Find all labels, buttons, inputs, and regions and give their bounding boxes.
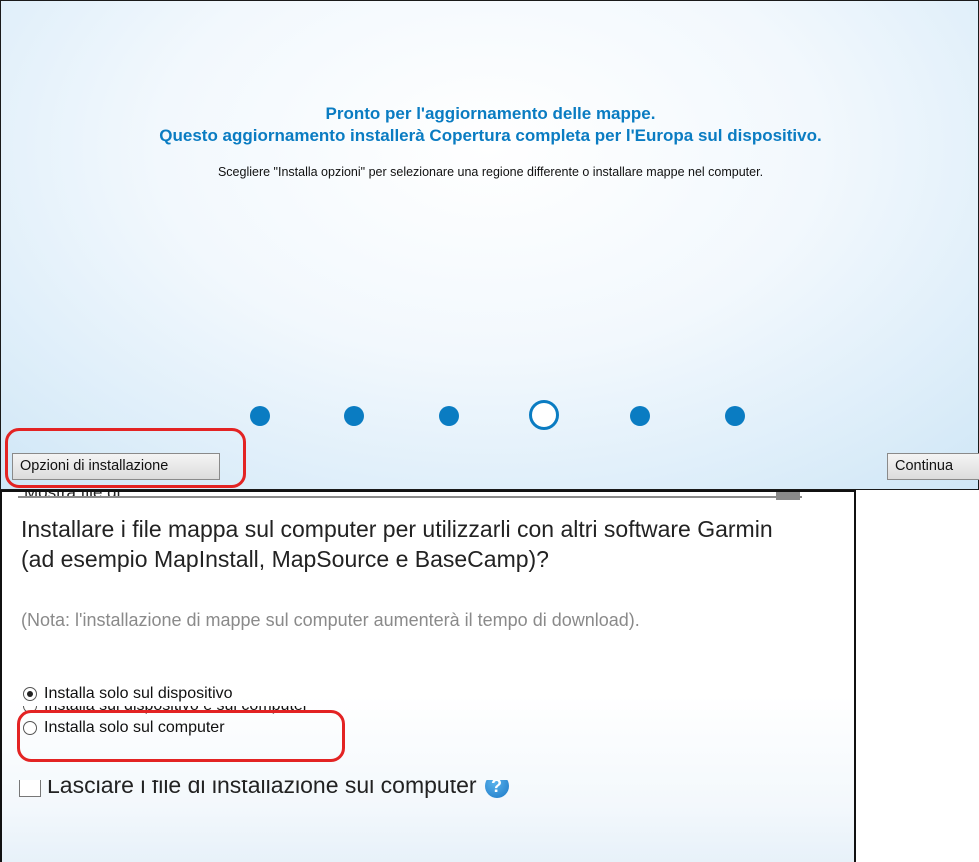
step-dot-6 <box>725 406 745 426</box>
instructions-text: Scegliere "Installa opzioni" per selezio… <box>217 165 764 179</box>
keep-files-checkbox-row[interactable]: Lasciare i file di installazione sul com… <box>19 780 509 799</box>
scroll-handle[interactable] <box>776 492 800 500</box>
radio-button[interactable] <box>23 706 37 713</box>
keep-files-checkbox[interactable] <box>19 780 41 797</box>
radio-label: Installa solo sul computer <box>44 719 225 736</box>
step-dot-1 <box>250 406 270 426</box>
install-question: Installare i file mappa sul computer per… <box>21 516 773 572</box>
progress-steps <box>1 400 979 432</box>
step-dot-3 <box>439 406 459 426</box>
keep-files-label: Lasciare i file di installazione sul com… <box>47 780 477 798</box>
update-ready-panel: Pronto per l'aggiornamento delle mappe. … <box>0 0 979 490</box>
headline-coverage: Questo aggiornamento installerà Copertur… <box>159 126 822 145</box>
step-dot-5 <box>630 406 650 426</box>
continue-button[interactable]: Continua <box>887 453 979 480</box>
install-options-panel: Mostra file di Installare i file mappa s… <box>0 490 856 862</box>
radio-device-and-computer-clipped: Installa sul dispositivo e sul computer <box>23 706 308 714</box>
scroll-edge <box>18 496 802 498</box>
step-dot-current <box>529 400 559 430</box>
radio-computer-only[interactable]: Installa solo sul computer <box>23 718 225 738</box>
radio-label: Installa sul dispositivo e sul computer <box>44 706 308 714</box>
radio-device-and-computer[interactable]: Installa sul dispositivo e sul computer <box>23 706 308 714</box>
download-time-note: (Nota: l'installazione di mappe sul comp… <box>21 610 640 630</box>
radio-label: Installa solo sul dispositivo <box>44 685 233 702</box>
install-options-button[interactable]: Opzioni di installazione <box>12 453 220 480</box>
keep-files-row-clipped: Lasciare i file di installazione sul com… <box>19 780 509 802</box>
step-dot-2 <box>344 406 364 426</box>
help-icon[interactable]: ? <box>484 780 509 798</box>
radio-button-checked[interactable] <box>23 687 37 701</box>
radio-button[interactable] <box>23 721 37 735</box>
headline-ready: Pronto per l'aggiornamento delle mappe. <box>325 104 656 123</box>
radio-device-only[interactable]: Installa solo sul dispositivo <box>23 684 233 704</box>
